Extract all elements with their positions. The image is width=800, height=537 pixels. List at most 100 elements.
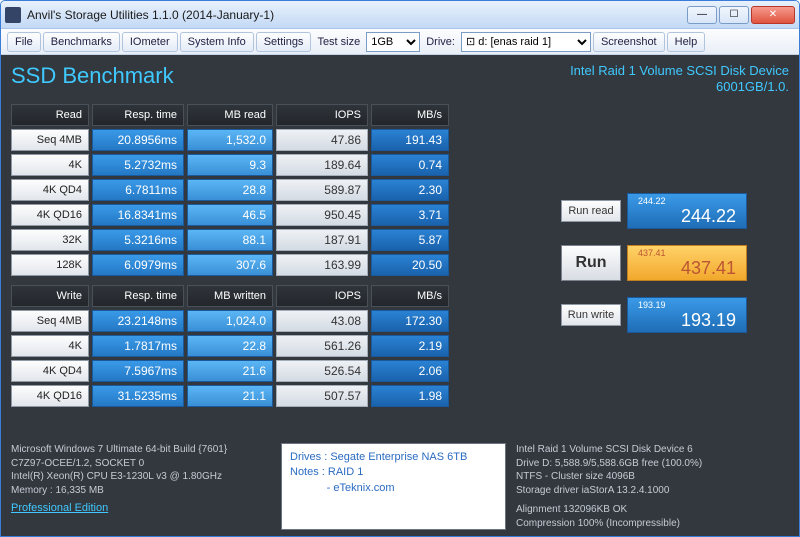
read-hdr-iops: IOPS [276, 104, 368, 126]
row-resp: 5.3216ms [92, 229, 184, 251]
titlebar[interactable]: Anvil's Storage Utilities 1.1.0 (2014-Ja… [1, 1, 799, 29]
device-capacity: 6001GB/1.0. [570, 79, 789, 95]
row-iops: 526.54 [276, 360, 368, 382]
row-label: Seq 4MB [11, 310, 89, 332]
write-hdr-mb: MB written [187, 285, 273, 307]
row-resp: 7.5967ms [92, 360, 184, 382]
notes-drives: Drives : Segate Enterprise NAS 6TB [290, 450, 497, 465]
menu-iometer[interactable]: IOmeter [122, 32, 178, 52]
row-iops: 507.57 [276, 385, 368, 407]
row-resp: 1.7817ms [92, 335, 184, 357]
row-iops: 561.26 [276, 335, 368, 357]
results-tables: Read Resp. time MB read IOPS MB/s Seq 4M… [11, 104, 551, 407]
footer: Microsoft Windows 7 Ultimate 64-bit Buil… [11, 443, 789, 530]
drive-free: Drive D: 5,588.9/5,588.6GB free (100.0%) [516, 457, 789, 471]
row-label: 4K [11, 335, 89, 357]
row-resp: 23.2148ms [92, 310, 184, 332]
row-label: 4K QD4 [11, 179, 89, 201]
app-window: Anvil's Storage Utilities 1.1.0 (2014-Ja… [0, 0, 800, 537]
drive-label: Drive: [422, 36, 459, 48]
row-label: Seq 4MB [11, 129, 89, 151]
row-label: 4K QD16 [11, 385, 89, 407]
toolbar: File Benchmarks IOmeter System Info Sett… [1, 29, 799, 55]
row-mb: 88.1 [187, 229, 273, 251]
read-row: 4K5.2732ms9.3189.640.74 [11, 154, 551, 176]
menu-file[interactable]: File [7, 32, 41, 52]
edition-link[interactable]: Professional Edition [11, 501, 271, 516]
read-hdr-label: Read [11, 104, 89, 126]
read-row: 128K6.0979ms307.6163.9920.50 [11, 254, 551, 276]
row-label: 4K QD16 [11, 204, 89, 226]
content-area: SSD Benchmark Intel Raid 1 Volume SCSI D… [1, 55, 799, 536]
menu-benchmarks[interactable]: Benchmarks [43, 32, 120, 52]
write-row: Seq 4MB23.2148ms1,024.043.08172.30 [11, 310, 551, 332]
testsize-select[interactable]: 1GB [366, 32, 420, 52]
drive-select[interactable]: ⊡ d: [enas raid 1] [461, 32, 591, 52]
read-hdr-resp: Resp. time [92, 104, 184, 126]
row-mb: 1,532.0 [187, 129, 273, 151]
run-button[interactable]: Run [561, 245, 621, 281]
row-iops: 43.08 [276, 310, 368, 332]
row-mbs: 2.30 [371, 179, 449, 201]
row-mbs: 20.50 [371, 254, 449, 276]
row-resp: 20.8956ms [92, 129, 184, 151]
page-title: SSD Benchmark [11, 63, 174, 96]
drive-compress: Compression 100% (Incompressible) [516, 517, 789, 531]
sys-board: C7Z97-OCEE/1.2, SOCKET 0 [11, 457, 271, 471]
device-name: Intel Raid 1 Volume SCSI Disk Device [570, 63, 789, 79]
row-label: 128K [11, 254, 89, 276]
read-score: 244.22 244.22 [627, 193, 747, 229]
row-iops: 950.45 [276, 204, 368, 226]
row-iops: 189.64 [276, 154, 368, 176]
read-hdr-mbs: MB/s [371, 104, 449, 126]
notes-box[interactable]: Drives : Segate Enterprise NAS 6TB Notes… [281, 443, 506, 530]
read-row: 4K QD46.7811ms28.8589.872.30 [11, 179, 551, 201]
notes-credit: - eTeknix.com [290, 481, 497, 496]
write-score-big: 193.19 [681, 310, 736, 331]
row-resp: 31.5235ms [92, 385, 184, 407]
write-score-small: 193.19 [638, 300, 666, 310]
row-mbs: 5.87 [371, 229, 449, 251]
row-iops: 47.86 [276, 129, 368, 151]
menu-screenshot[interactable]: Screenshot [593, 32, 665, 52]
row-iops: 187.91 [276, 229, 368, 251]
total-score-small: 437.41 [638, 248, 666, 258]
row-label: 4K [11, 154, 89, 176]
menu-system-info[interactable]: System Info [180, 32, 254, 52]
close-button[interactable]: ✕ [751, 6, 795, 24]
notes-line: Notes : RAID 1 [290, 465, 497, 480]
row-mb: 22.8 [187, 335, 273, 357]
write-row: 4K1.7817ms22.8561.262.19 [11, 335, 551, 357]
run-read-button[interactable]: Run read [561, 200, 621, 222]
app-icon [5, 7, 21, 23]
minimize-button[interactable]: — [687, 6, 717, 24]
row-resp: 6.0979ms [92, 254, 184, 276]
row-iops: 589.87 [276, 179, 368, 201]
write-hdr-mbs: MB/s [371, 285, 449, 307]
maximize-button[interactable]: ☐ [719, 6, 749, 24]
read-row: 32K5.3216ms88.1187.915.87 [11, 229, 551, 251]
row-mbs: 2.06 [371, 360, 449, 382]
total-score-big: 437.41 [681, 258, 736, 279]
sys-memory: Memory : 16,335 MB [11, 484, 271, 498]
run-write-button[interactable]: Run write [561, 304, 621, 326]
read-hdr-mb: MB read [187, 104, 273, 126]
row-mbs: 0.74 [371, 154, 449, 176]
row-mbs: 172.30 [371, 310, 449, 332]
write-row: 4K QD1631.5235ms21.1507.571.98 [11, 385, 551, 407]
read-score-big: 244.22 [681, 206, 736, 227]
menu-settings[interactable]: Settings [256, 32, 312, 52]
read-header-row: Read Resp. time MB read IOPS MB/s [11, 104, 551, 126]
sys-os: Microsoft Windows 7 Ultimate 64-bit Buil… [11, 443, 271, 457]
system-info-block: Microsoft Windows 7 Ultimate 64-bit Buil… [11, 443, 271, 530]
row-mbs: 3.71 [371, 204, 449, 226]
row-mb: 307.6 [187, 254, 273, 276]
write-row: 4K QD47.5967ms21.6526.542.06 [11, 360, 551, 382]
row-mb: 46.5 [187, 204, 273, 226]
drive-align: Alignment 132096KB OK [516, 503, 789, 517]
row-mb: 28.8 [187, 179, 273, 201]
read-row: 4K QD1616.8341ms46.5950.453.71 [11, 204, 551, 226]
menu-help[interactable]: Help [667, 32, 706, 52]
row-mb: 21.6 [187, 360, 273, 382]
write-hdr-label: Write [11, 285, 89, 307]
